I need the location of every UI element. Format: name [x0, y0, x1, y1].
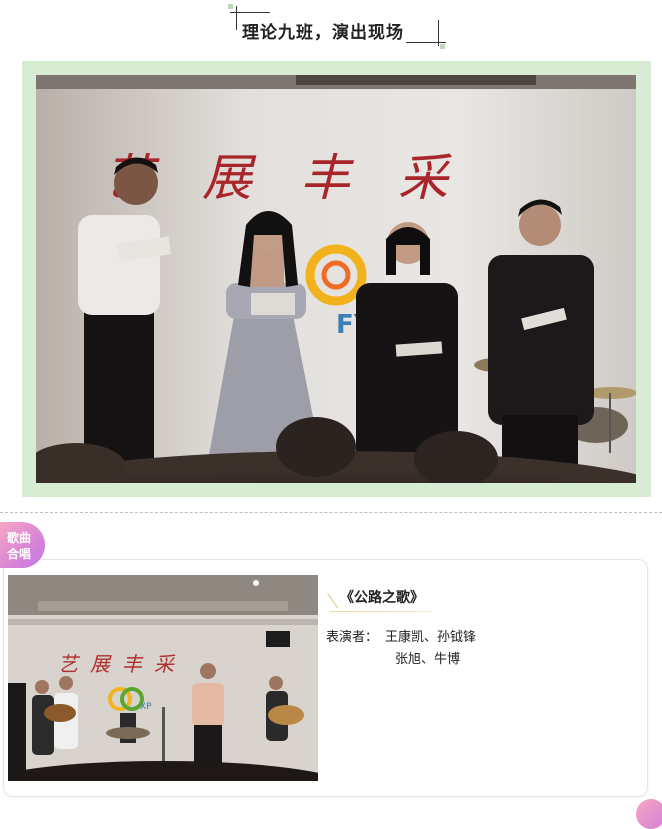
corner-decoration	[636, 799, 662, 829]
title-deco-line-bottom-h	[406, 42, 446, 43]
svg-text:XP: XP	[140, 702, 152, 712]
section-title: 理论九班，演出现场	[228, 4, 448, 52]
song-photo-banner-text: 艺展丰采	[58, 652, 186, 676]
section-divider	[0, 512, 662, 513]
title-deco-square-bottom	[440, 44, 445, 49]
performers-label: 表演者：	[326, 630, 379, 645]
performers-line-1: 王康凯、孙钺锋	[385, 630, 477, 645]
photo-banner-text: 艺展丰采	[104, 149, 496, 207]
song-title-underline	[330, 611, 432, 612]
badge-line-1: 歌曲	[7, 531, 32, 545]
category-badge: 歌曲 合唱	[0, 522, 45, 568]
title-deco-line-bottom-v	[438, 20, 439, 46]
title-deco-line-top-v	[236, 6, 237, 30]
main-photo-frame: 艺展丰采 FY	[22, 61, 651, 497]
song-title: 《公路之歌》	[340, 590, 424, 606]
performers-line-2: 张旭、牛博	[395, 652, 461, 667]
page-title: 理论九班，演出现场	[242, 23, 404, 43]
song-performance-photo: 艺展丰采 XP	[8, 575, 318, 781]
main-performance-photo: 艺展丰采 FY	[36, 75, 636, 483]
badge-line-2: 合唱	[7, 547, 32, 561]
title-deco-square-top	[228, 4, 233, 9]
